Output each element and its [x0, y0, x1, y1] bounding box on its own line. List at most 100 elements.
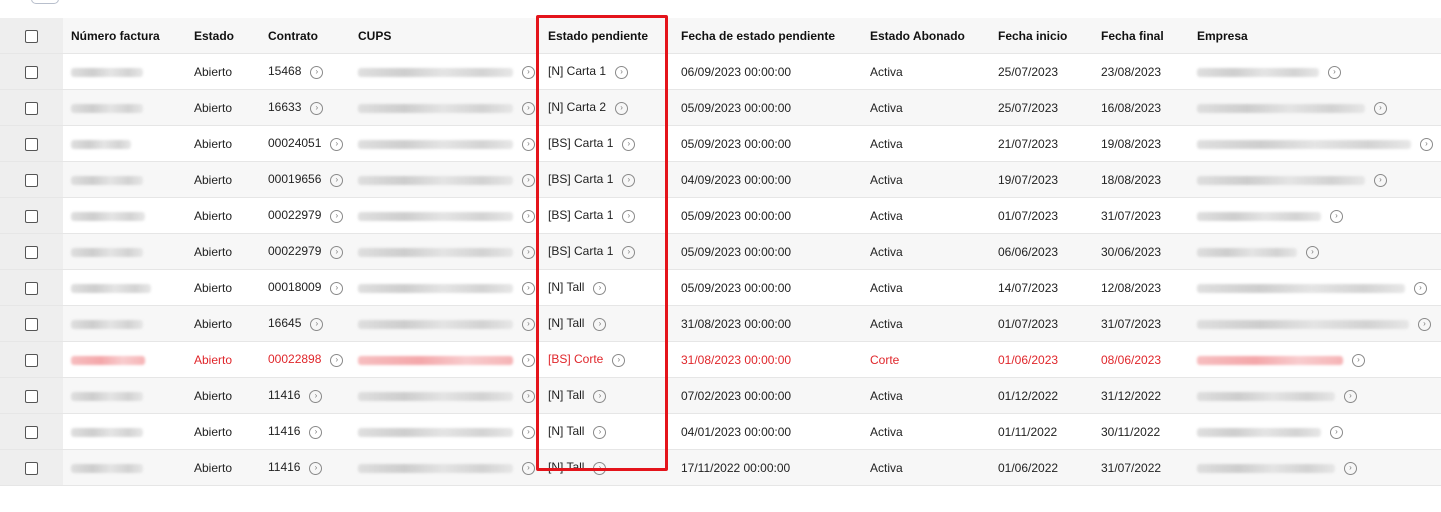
circle-arrow-right-icon[interactable]: ›: [330, 245, 344, 259]
redacted-value: [1197, 175, 1365, 185]
circle-arrow-right-icon[interactable]: ›: [330, 137, 344, 151]
circle-arrow-right-icon[interactable]: ›: [1418, 317, 1431, 331]
column-header-estado[interactable]: Estado: [186, 18, 260, 54]
circle-arrow-right-icon[interactable]: ›: [615, 101, 629, 115]
circle-arrow-right-icon[interactable]: ›: [1344, 389, 1357, 403]
cell-fecha-final: 18/08/2023: [1093, 161, 1189, 198]
table-row[interactable]: Abierto 15468 › › [N] Carta 1 › 06/09/2023 00:…: [0, 53, 1441, 90]
circle-arrow-right-icon[interactable]: ›: [522, 281, 535, 295]
cell-estado-abonado: Activa: [862, 89, 990, 126]
row-checkbox[interactable]: [25, 209, 38, 223]
circle-arrow-right-icon[interactable]: ›: [522, 173, 535, 187]
row-checkbox[interactable]: [25, 317, 38, 331]
circle-arrow-right-icon[interactable]: ›: [309, 425, 323, 439]
table-row[interactable]: Abierto 00022898 › › [BS] Corte › 31/08/2023 0…: [0, 341, 1441, 378]
table-row[interactable]: Abierto 00019656 › › [BS] Carta 1 › 04/09/2023…: [0, 161, 1441, 198]
table-row[interactable]: Abierto 11416 › › [N] Tall › 04/01/2023 00:00:…: [0, 413, 1441, 450]
circle-arrow-right-icon[interactable]: ›: [622, 173, 636, 187]
circle-arrow-right-icon[interactable]: ›: [522, 245, 535, 259]
cell-numero-factura: [63, 125, 186, 162]
column-header-fecha-estado-pendiente[interactable]: Fecha de estado pendiente: [673, 18, 862, 54]
circle-arrow-right-icon[interactable]: ›: [1374, 101, 1387, 115]
cell-fecha-estado-pendiente: 31/08/2023 00:00:00: [673, 341, 862, 378]
circle-arrow-right-icon[interactable]: ›: [330, 281, 344, 295]
circle-arrow-right-icon[interactable]: ›: [522, 137, 535, 151]
cell-estado-pendiente: [N] Tall ›: [540, 413, 673, 450]
row-checkbox[interactable]: [25, 281, 38, 295]
circle-arrow-right-icon[interactable]: ›: [622, 245, 636, 259]
redacted-value: [1197, 283, 1405, 293]
table-row[interactable]: Abierto 16633 › › [N] Carta 2 › 05/09/2023 00:…: [0, 89, 1441, 126]
circle-arrow-right-icon[interactable]: ›: [1306, 245, 1319, 259]
cell-numero-factura: [63, 197, 186, 234]
cell-fecha-inicio: 06/06/2023: [990, 233, 1093, 270]
column-header-estado-abonado[interactable]: Estado Abonado: [862, 18, 990, 54]
table-row[interactable]: Abierto 11416 › › [N] Tall › 07/02/2023 00:00:…: [0, 377, 1441, 414]
column-header-fecha-inicio[interactable]: Fecha inicio: [990, 18, 1093, 54]
circle-arrow-right-icon[interactable]: ›: [522, 389, 535, 403]
row-checkbox[interactable]: [25, 173, 38, 187]
circle-arrow-right-icon[interactable]: ›: [615, 65, 629, 79]
circle-arrow-right-icon[interactable]: ›: [1414, 281, 1427, 295]
circle-arrow-right-icon[interactable]: ›: [593, 281, 607, 295]
table-row[interactable]: Abierto 00024051 › › [BS] Carta 1 › 05/09/2023…: [0, 125, 1441, 162]
circle-arrow-right-icon[interactable]: ›: [310, 101, 324, 115]
circle-arrow-right-icon[interactable]: ›: [522, 317, 535, 331]
redacted-value: [71, 67, 143, 77]
table-row[interactable]: Abierto 00022979 › › [BS] Carta 1 › 05/09/2023…: [0, 233, 1441, 270]
row-checkbox[interactable]: [25, 101, 38, 115]
circle-arrow-right-icon[interactable]: ›: [622, 137, 636, 151]
circle-arrow-right-icon[interactable]: ›: [309, 461, 323, 475]
row-checkbox[interactable]: [25, 137, 38, 151]
row-checkbox[interactable]: [25, 425, 38, 439]
table-row[interactable]: Abierto 16645 › › [N] Tall › 31/08/2023 00:00:…: [0, 305, 1441, 342]
circle-arrow-right-icon[interactable]: ›: [593, 461, 607, 475]
cell-fecha-final: 08/06/2023: [1093, 341, 1189, 378]
column-header-contrato[interactable]: Contrato: [260, 18, 350, 54]
circle-arrow-right-icon[interactable]: ›: [1420, 137, 1433, 151]
circle-arrow-right-icon[interactable]: ›: [1352, 353, 1365, 367]
cell-estado-abonado: Activa: [862, 377, 990, 414]
circle-arrow-right-icon[interactable]: ›: [310, 317, 324, 331]
circle-arrow-right-icon[interactable]: ›: [522, 353, 535, 367]
redacted-value: [71, 391, 143, 401]
circle-arrow-right-icon[interactable]: ›: [330, 209, 344, 223]
circle-arrow-right-icon[interactable]: ›: [310, 65, 324, 79]
circle-arrow-right-icon[interactable]: ›: [1328, 65, 1341, 79]
circle-arrow-right-icon[interactable]: ›: [330, 353, 344, 367]
circle-arrow-right-icon[interactable]: ›: [1374, 173, 1387, 187]
row-checkbox[interactable]: [25, 353, 38, 367]
column-header-empresa[interactable]: Empresa: [1189, 18, 1441, 54]
circle-arrow-right-icon[interactable]: ›: [1330, 209, 1343, 223]
select-all-checkbox[interactable]: [25, 29, 38, 43]
circle-arrow-right-icon[interactable]: ›: [593, 389, 607, 403]
cell-numero-factura: [63, 413, 186, 450]
circle-arrow-right-icon[interactable]: ›: [612, 353, 626, 367]
row-checkbox[interactable]: [25, 65, 38, 79]
circle-arrow-right-icon[interactable]: ›: [309, 389, 323, 403]
circle-arrow-right-icon[interactable]: ›: [522, 425, 535, 439]
circle-arrow-right-icon[interactable]: ›: [522, 461, 535, 475]
column-header-cups[interactable]: CUPS: [350, 18, 540, 54]
circle-arrow-right-icon[interactable]: ›: [330, 173, 344, 187]
cell-fecha-final: 23/08/2023: [1093, 53, 1189, 90]
row-select-cell: [0, 197, 63, 234]
circle-arrow-right-icon[interactable]: ›: [522, 209, 535, 223]
table-row[interactable]: Abierto 00018009 › › [N] Tall › 05/09/2023 00:…: [0, 269, 1441, 306]
circle-arrow-right-icon[interactable]: ›: [593, 425, 607, 439]
top-toolbar-button[interactable]: [31, 0, 59, 4]
row-checkbox[interactable]: [25, 245, 38, 259]
circle-arrow-right-icon[interactable]: ›: [522, 65, 535, 79]
circle-arrow-right-icon[interactable]: ›: [1344, 461, 1357, 475]
circle-arrow-right-icon[interactable]: ›: [593, 317, 607, 331]
table-row[interactable]: Abierto 00022979 › › [BS] Carta 1 › 05/09/2023…: [0, 197, 1441, 234]
circle-arrow-right-icon[interactable]: ›: [1330, 425, 1343, 439]
circle-arrow-right-icon[interactable]: ›: [622, 209, 636, 223]
column-header-fecha-final[interactable]: Fecha final: [1093, 18, 1189, 54]
row-checkbox[interactable]: [25, 389, 38, 403]
column-header-estado-pendiente[interactable]: Estado pendiente: [540, 18, 673, 54]
row-checkbox[interactable]: [25, 461, 38, 475]
column-header-numero-factura[interactable]: Número factura: [63, 18, 186, 54]
circle-arrow-right-icon[interactable]: ›: [522, 101, 535, 115]
table-row[interactable]: Abierto 11416 › › [N] Tall › 17/11/2022 00:00:…: [0, 449, 1441, 486]
